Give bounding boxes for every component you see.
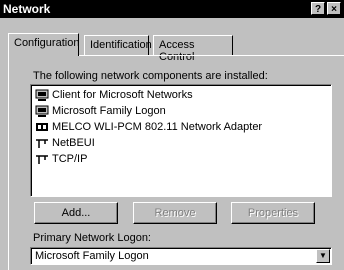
primary-logon-select[interactable]: Microsoft Family Logon ▼ [30, 247, 332, 265]
help-button[interactable]: ? [311, 2, 325, 15]
list-item[interactable]: Client for Microsoft Networks [35, 87, 193, 103]
list-item[interactable]: MELCO WLI-PCM 802.11 Network Adapter [35, 119, 262, 135]
chevron-down-icon[interactable]: ▼ [316, 249, 330, 263]
protocol-icon [36, 139, 48, 148]
add-button[interactable]: Add... [34, 202, 118, 224]
tab-identification-label: Identification [90, 39, 152, 51]
close-button[interactable]: × [327, 2, 341, 15]
component-label: Microsoft Family Logon [52, 105, 166, 117]
client-icon [35, 89, 49, 101]
primary-logon-value: Microsoft Family Logon [35, 250, 149, 262]
window-title: Network [3, 2, 51, 16]
component-label: TCP/IP [52, 153, 88, 165]
client-icon [35, 105, 49, 117]
properties-button[interactable]: Properties [231, 202, 315, 224]
adapter-icon [36, 123, 48, 131]
list-item[interactable]: Microsoft Family Logon [35, 103, 166, 119]
list-item[interactable]: TCP/IP [35, 151, 87, 167]
component-label: MELCO WLI-PCM 802.11 Network Adapter [52, 121, 263, 133]
remove-button[interactable]: Remove [133, 202, 217, 224]
tab-configuration[interactable]: Configuration [8, 33, 79, 56]
components-list[interactable]: Client for Microsoft Networks Microsoft … [30, 84, 332, 197]
primary-logon-label: Primary Network Logon: [33, 232, 151, 244]
tab-configuration-label: Configuration [14, 37, 80, 49]
title-bar: Network ? × [0, 0, 344, 18]
list-item[interactable]: NetBEUI [35, 135, 95, 151]
component-label: Client for Microsoft Networks [52, 89, 193, 101]
tab-identification[interactable]: Identification [84, 35, 152, 55]
protocol-icon [36, 155, 48, 164]
tab-access-control[interactable]: Access Control [153, 35, 233, 63]
component-label: NetBEUI [52, 137, 95, 149]
components-label: The following network components are ins… [33, 70, 268, 82]
network-dialog: Network ? × Configuration Identification… [0, 0, 344, 270]
